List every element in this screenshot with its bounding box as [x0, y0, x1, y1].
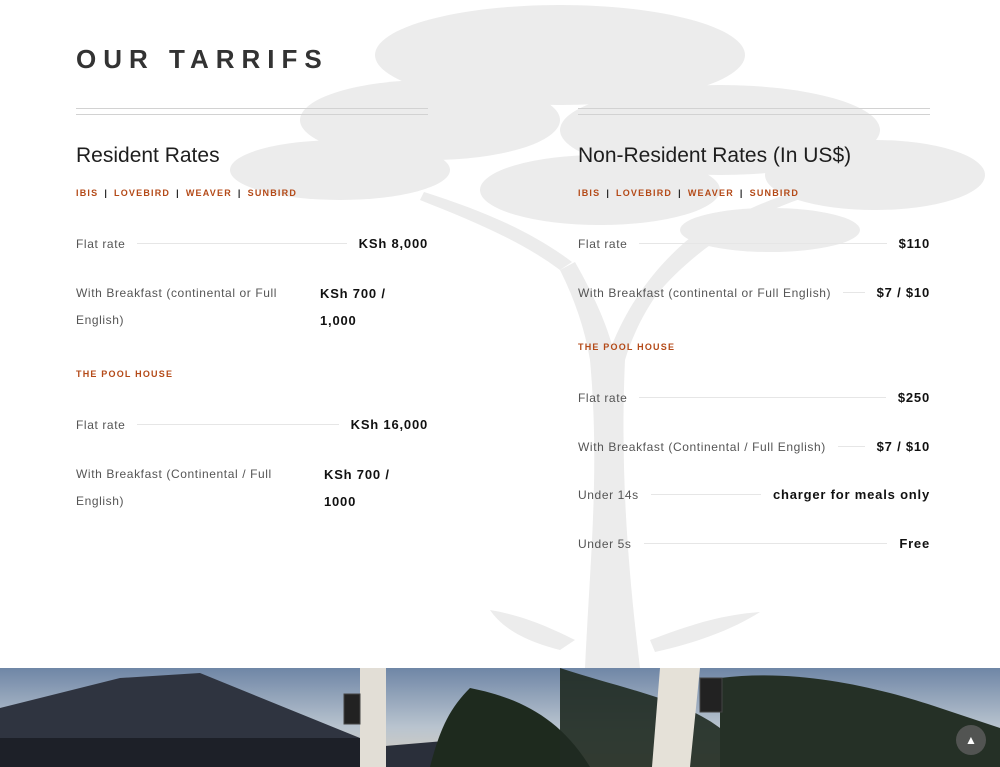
rate-price: $250: [897, 390, 930, 405]
rate-row: With Breakfast (continental or Full Engl…: [76, 280, 396, 334]
rate-label: With Breakfast (continental or Full Engl…: [578, 285, 832, 300]
rate-label: With Breakfast (continental or Full Engl…: [76, 286, 278, 327]
rate-label: Flat rate: [578, 236, 628, 251]
rate-row: Under 14s charger for meals only: [578, 487, 930, 502]
resident-rates-heading: Resident Rates: [76, 144, 220, 167]
rate-price: KSh 16,000: [350, 417, 428, 432]
room-link-ibis[interactable]: IBIS: [578, 188, 600, 198]
room-link-lovebird[interactable]: LOVEBIRD: [616, 188, 672, 198]
rate-price: Free: [899, 536, 930, 551]
rate-row: With Breakfast (Continental / Full Engli…: [76, 461, 406, 515]
page-title: OUR TARRIFS: [76, 44, 329, 74]
rate-row: With Breakfast (Continental / Full Engli…: [578, 439, 930, 454]
pool-house-label: THE POOL HOUSE: [76, 369, 174, 379]
rate-label: With Breakfast (Continental / Full Engli…: [578, 439, 826, 454]
acacia-tree-background: [230, 5, 985, 668]
rate-row: Under 5s Free: [578, 536, 930, 551]
room-link-sunbird[interactable]: SUNBIRD: [248, 188, 297, 198]
room-link-ibis[interactable]: IBIS: [76, 188, 98, 198]
rate-label: Under 5s: [578, 536, 632, 551]
rate-label: Flat rate: [76, 236, 126, 251]
dotted-leader: [639, 243, 887, 244]
rate-price: $110: [898, 236, 930, 251]
chevron-up-icon: ▲: [965, 733, 977, 747]
rate-label: Under 14s: [578, 487, 639, 502]
rate-row: Flat rate $250: [578, 390, 930, 405]
room-links: IBIS | LOVEBIRD | WEAVER | SUNBIRD: [76, 188, 298, 198]
dotted-leader: [843, 292, 865, 293]
room-links: IBIS | LOVEBIRD | WEAVER | SUNBIRD: [578, 188, 800, 198]
room-link-weaver[interactable]: WEAVER: [688, 188, 734, 198]
rate-price: KSh 8,000: [358, 236, 428, 251]
room-link-sunbird[interactable]: SUNBIRD: [750, 188, 799, 198]
lodge-photo: [0, 668, 1000, 767]
room-link-weaver[interactable]: WEAVER: [186, 188, 232, 198]
divider: [578, 108, 930, 115]
rate-price: charger for meals only: [772, 487, 930, 502]
dotted-leader: [137, 243, 347, 244]
divider: [76, 108, 428, 115]
rate-price: KSh 700 / 1,000: [320, 286, 386, 328]
rate-row: Flat rate KSh 8,000: [76, 236, 428, 251]
scroll-to-top-button[interactable]: ▲: [956, 725, 986, 755]
rate-row: Flat rate KSh 16,000: [76, 417, 428, 432]
dotted-leader: [837, 446, 865, 447]
rate-row: Flat rate $110: [578, 236, 930, 251]
rate-price: $7 / $10: [876, 285, 930, 300]
room-link-lovebird[interactable]: LOVEBIRD: [114, 188, 170, 198]
dotted-leader: [137, 424, 339, 425]
rate-row: With Breakfast (continental or Full Engl…: [578, 285, 930, 300]
rate-label: With Breakfast (Continental / Full Engli…: [76, 467, 272, 508]
rate-label: Flat rate: [578, 390, 628, 405]
non-resident-rates-heading: Non-Resident Rates (In US$): [578, 144, 852, 167]
lodge-photo-banner: ▲: [0, 668, 1000, 767]
rate-price: KSh 700 / 1000: [324, 467, 390, 509]
rate-label: Flat rate: [76, 417, 126, 432]
rate-price: $7 / $10: [876, 439, 930, 454]
dotted-leader: [650, 494, 761, 495]
pool-house-label: THE POOL HOUSE: [578, 342, 676, 352]
dotted-leader: [643, 543, 888, 544]
dotted-leader: [639, 397, 886, 398]
